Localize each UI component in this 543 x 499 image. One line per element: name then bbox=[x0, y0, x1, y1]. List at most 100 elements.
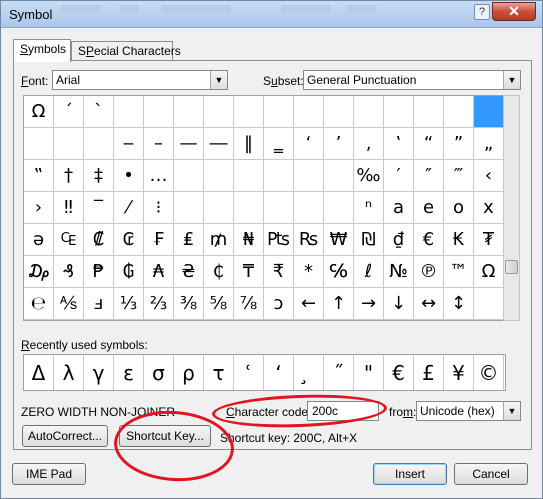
symbol-cell[interactable]: ⅎ bbox=[84, 288, 114, 320]
symbol-cell[interactable]: ℮ bbox=[24, 288, 54, 320]
symbol-cell[interactable]: ₵ bbox=[204, 256, 234, 288]
recent-symbol-cell[interactable]: ¥ bbox=[444, 355, 474, 390]
symbol-cell[interactable]: ₣ bbox=[144, 224, 174, 256]
symbol-cell[interactable]: ™ bbox=[444, 256, 474, 288]
subset-select[interactable]: General Punctuation ▼ bbox=[303, 70, 521, 90]
recent-symbol-cell[interactable]: € bbox=[384, 355, 414, 390]
symbol-cell[interactable]: ℓ bbox=[354, 256, 384, 288]
symbol-cell[interactable] bbox=[354, 96, 384, 128]
symbol-cell[interactable]: ˋ bbox=[84, 96, 114, 128]
symbol-cell[interactable]: ‹ bbox=[474, 160, 504, 192]
symbol-cell[interactable]: x bbox=[474, 192, 504, 224]
symbol-cell[interactable]: ↑ bbox=[324, 288, 354, 320]
symbol-cell[interactable]: * bbox=[294, 256, 324, 288]
ime-pad-button[interactable]: IME Pad bbox=[12, 463, 86, 485]
symbol-cell[interactable]: ↓ bbox=[384, 288, 414, 320]
autocorrect-button[interactable]: AutoCorrect... bbox=[22, 425, 108, 447]
symbol-cell[interactable]: ‒ bbox=[114, 128, 144, 160]
symbol-cell[interactable]: ’ bbox=[324, 128, 354, 160]
symbol-cell[interactable] bbox=[474, 96, 504, 128]
recent-symbol-cell[interactable]: ʿ bbox=[234, 355, 264, 390]
symbol-cell[interactable]: ₤ bbox=[174, 224, 204, 256]
symbol-cell[interactable]: ˊ bbox=[54, 96, 84, 128]
symbol-cell[interactable]: → bbox=[354, 288, 384, 320]
symbol-cell[interactable]: ― bbox=[204, 128, 234, 160]
symbol-cell[interactable] bbox=[114, 96, 144, 128]
chevron-down-icon[interactable]: ▼ bbox=[503, 402, 520, 420]
symbol-cell[interactable] bbox=[234, 96, 264, 128]
symbol-cell[interactable]: ″ bbox=[414, 160, 444, 192]
symbol-cell[interactable]: ′ bbox=[384, 160, 414, 192]
symbol-cell[interactable]: ⅜ bbox=[174, 288, 204, 320]
symbol-cell[interactable] bbox=[324, 96, 354, 128]
symbol-cell[interactable]: ‼ bbox=[54, 192, 84, 224]
symbol-cell[interactable] bbox=[204, 192, 234, 224]
symbol-cell[interactable]: ” bbox=[444, 128, 474, 160]
symbol-cell[interactable]: • bbox=[114, 160, 144, 192]
symbol-cell[interactable]: ‴ bbox=[444, 160, 474, 192]
symbol-cell[interactable]: ⁄ bbox=[114, 192, 144, 224]
symbol-cell[interactable]: ₡ bbox=[84, 224, 114, 256]
symbol-cell[interactable] bbox=[324, 160, 354, 192]
symbol-cell[interactable]: ‰ bbox=[354, 160, 384, 192]
symbol-cell[interactable]: ₫ bbox=[384, 224, 414, 256]
cancel-button[interactable]: Cancel bbox=[454, 463, 528, 485]
symbol-cell[interactable] bbox=[204, 160, 234, 192]
symbol-cell[interactable] bbox=[144, 96, 174, 128]
symbol-cell[interactable] bbox=[294, 192, 324, 224]
symbol-cell[interactable]: Ω bbox=[24, 96, 54, 128]
symbol-grid[interactable]: Ω ˊ ˋ ‒ – — ― ‖ ‗ ‘’ ‚ ‛ “” „ ‟ † ‡ •… ‰ ′ ″ ‴ ‹ › ‼ ‾ ⁄ ⁝ ⁿ a e o x ə ₠ ₡ ₢… bbox=[23, 95, 504, 321]
help-button[interactable]: ? bbox=[474, 4, 490, 20]
symbol-cell[interactable]: ⁝ bbox=[144, 192, 174, 224]
symbol-cell[interactable]: ə bbox=[24, 224, 54, 256]
recent-symbol-cell[interactable]: £ bbox=[414, 355, 444, 390]
symbol-cell[interactable]: ₲ bbox=[114, 256, 144, 288]
symbol-cell[interactable]: ℗ bbox=[414, 256, 444, 288]
tab-symbols[interactable]: Symbols bbox=[13, 39, 71, 62]
insert-button[interactable]: Insert bbox=[373, 463, 447, 485]
symbol-cell[interactable] bbox=[294, 160, 324, 192]
symbol-cell[interactable]: ₸ bbox=[234, 256, 264, 288]
symbol-cell[interactable]: e bbox=[414, 192, 444, 224]
symbol-cell[interactable]: – bbox=[144, 128, 174, 160]
symbol-cell[interactable]: ₧ bbox=[264, 224, 294, 256]
symbol-cell[interactable]: ‖ bbox=[234, 128, 264, 160]
symbol-cell[interactable]: ₠ bbox=[54, 224, 84, 256]
symbol-cell[interactable] bbox=[174, 96, 204, 128]
symbol-cell[interactable]: ₳ bbox=[144, 256, 174, 288]
symbol-cell[interactable] bbox=[264, 96, 294, 128]
symbol-cell[interactable] bbox=[84, 128, 114, 160]
symbol-cell[interactable] bbox=[24, 128, 54, 160]
symbol-cell[interactable]: ₮ bbox=[474, 224, 504, 256]
symbol-cell[interactable]: ₴ bbox=[174, 256, 204, 288]
font-select[interactable]: Arial ▼ bbox=[52, 70, 228, 90]
recent-symbol-cell[interactable]: τ bbox=[204, 355, 234, 390]
symbol-cell[interactable]: ₪ bbox=[354, 224, 384, 256]
symbol-cell[interactable] bbox=[234, 160, 264, 192]
symbol-cell[interactable]: ‛ bbox=[384, 128, 414, 160]
close-button[interactable]: ✕ bbox=[492, 2, 536, 21]
symbol-cell[interactable]: ⁿ bbox=[354, 192, 384, 224]
symbol-cell[interactable]: ⅓ bbox=[114, 288, 144, 320]
symbol-cell[interactable] bbox=[324, 192, 354, 224]
recent-symbol-cell[interactable]: " bbox=[354, 355, 384, 390]
recent-symbol-cell[interactable]: ˝ bbox=[324, 355, 354, 390]
recent-symbol-cell[interactable]: © bbox=[474, 355, 504, 390]
recent-symbols-strip[interactable]: Δλγεσρτʿʻ̧˝"€£¥© bbox=[23, 354, 506, 391]
recent-symbol-cell[interactable]: γ bbox=[84, 355, 114, 390]
from-select[interactable]: Unicode (hex) ▼ bbox=[416, 401, 521, 421]
symbol-cell[interactable]: ↕ bbox=[444, 288, 474, 320]
symbol-cell[interactable]: ₱ bbox=[84, 256, 114, 288]
symbol-cell[interactable] bbox=[234, 192, 264, 224]
symbol-cell[interactable]: ₦ bbox=[234, 224, 264, 256]
symbol-cell[interactable]: „ bbox=[474, 128, 504, 160]
symbol-grid-scrollbar[interactable] bbox=[503, 95, 520, 321]
symbol-cell[interactable]: ₨ bbox=[294, 224, 324, 256]
recent-symbol-cell[interactable]: ̧ bbox=[294, 355, 324, 390]
recent-symbol-cell[interactable]: ʻ bbox=[264, 355, 294, 390]
symbol-cell[interactable]: — bbox=[174, 128, 204, 160]
chevron-down-icon[interactable]: ▼ bbox=[503, 71, 520, 89]
symbol-cell[interactable]: … bbox=[144, 160, 174, 192]
recent-symbol-cell[interactable]: ρ bbox=[174, 355, 204, 390]
symbol-cell[interactable]: ⅍ bbox=[54, 288, 84, 320]
